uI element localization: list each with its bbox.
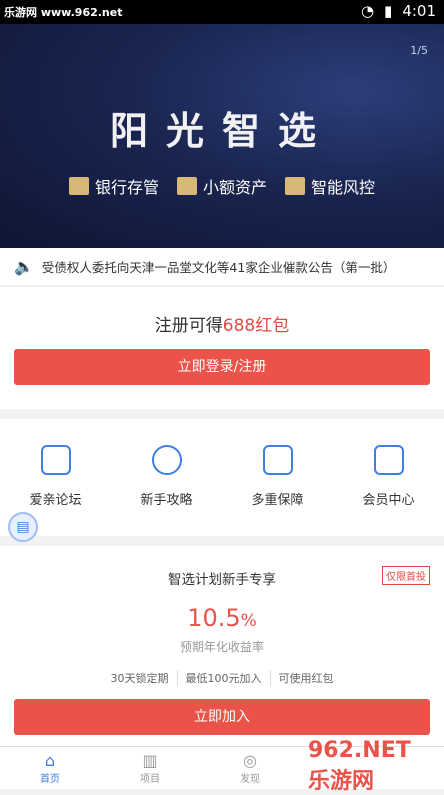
register-section: 注册可得688红包 立即登录/注册 (0, 287, 444, 409)
feature-label: 智能风控 (311, 178, 376, 197)
wallet-icon (176, 177, 197, 195)
forum-icon (40, 445, 71, 475)
menu-label: 爱亲论坛 (29, 493, 82, 508)
floating-document-button[interactable]: ▤ (8, 512, 38, 542)
discover-icon: ◎ (243, 751, 257, 770)
menu-item-member[interactable]: 会员中心 (333, 419, 444, 536)
speaker-icon: 🔈 (14, 257, 34, 276)
feature-label: 银行存管 (94, 178, 159, 197)
status-bar: 乐游网 www.962.net ◔ ▮ 4:01 (0, 0, 444, 24)
promo-banner[interactable]: 1/5 阳光智选 银行存管 小额资产 智能风控 (0, 24, 444, 248)
notice-text: 受债权人委托向天津一品堂文化等41家企业催款公告（第一批） (41, 260, 396, 275)
login-register-button[interactable]: 立即登录/注册 (14, 349, 430, 385)
plan-tag: 30天锁定期 (110, 672, 169, 685)
register-amount: 688红包 (222, 316, 290, 336)
tab-projects[interactable]: ▥ 项目 (100, 747, 200, 789)
bank-icon (68, 177, 89, 195)
register-prefix: 注册可得 (154, 316, 223, 336)
plan-rate: 10.5% (0, 604, 444, 632)
banner-features: 银行存管 小额资产 智能风控 (0, 174, 444, 198)
feature-wallet: 小额资产 (176, 174, 267, 198)
rate-label: 预期年化收益率 (179, 640, 264, 654)
chart-icon: ▥ (142, 751, 158, 770)
feature-risk: 智能风控 (285, 174, 375, 198)
site-logo-watermark: 962.NET 乐游网 (308, 738, 411, 794)
menu-item-guide[interactable]: 新手攻略 (111, 419, 222, 536)
plan-tag: 可使用红包 (269, 670, 342, 686)
battery-icon: ▮ (384, 2, 393, 20)
status-right: ◔ ▮ 4:01 (361, 2, 436, 20)
banner-pager: 1/5 (410, 44, 428, 57)
rate-unit: % (240, 611, 257, 631)
status-time: 4:01 (402, 2, 436, 20)
wifi-icon: ◔ (360, 2, 375, 20)
crown-icon (373, 445, 404, 475)
register-text: 注册可得688红包 (0, 311, 444, 336)
quick-menu: 爱亲论坛 新手攻略 多重保障 会员中心 (0, 419, 444, 536)
shield-icon (285, 177, 305, 195)
notice-bar[interactable]: 🔈 受债权人委托向天津一品堂文化等41家企业催款公告（第一批） (0, 248, 444, 286)
plan-badge: 仅限首投 (382, 566, 430, 585)
tab-label: 首页 (40, 774, 60, 785)
plan-card: 智选计划新手专享 仅限首投 10.5% 预期年化收益率 30天锁定期 最低100… (0, 546, 444, 746)
banner-title: 阳光智选 (109, 108, 334, 153)
menu-label: 会员中心 (362, 493, 415, 508)
document-icon: ▤ (16, 519, 30, 535)
rate-value: 10.5 (187, 604, 241, 632)
menu-label: 新手攻略 (140, 493, 193, 508)
menu-item-security[interactable]: 多重保障 (222, 419, 333, 536)
guide-icon (151, 445, 182, 475)
menu-label: 多重保障 (251, 493, 304, 508)
feature-bank: 银行存管 (68, 174, 159, 198)
feature-label: 小额资产 (202, 178, 267, 197)
tab-label: 发现 (240, 774, 260, 785)
tab-discover[interactable]: ◎ 发现 (200, 747, 300, 789)
plan-title: 智选计划新手专享 (168, 572, 276, 588)
join-button[interactable]: 立即加入 (14, 699, 430, 735)
watermark-text: 乐游网 www.962.net (4, 6, 123, 19)
security-icon (262, 445, 293, 475)
tab-label: 项目 (140, 774, 160, 785)
plan-tag: 最低100元加入 (176, 670, 270, 686)
plan-tags: 30天锁定期 最低100元加入 可使用红包 (0, 670, 444, 686)
home-icon: ⌂ (44, 751, 56, 770)
tab-home[interactable]: ⌂ 首页 (0, 747, 100, 789)
